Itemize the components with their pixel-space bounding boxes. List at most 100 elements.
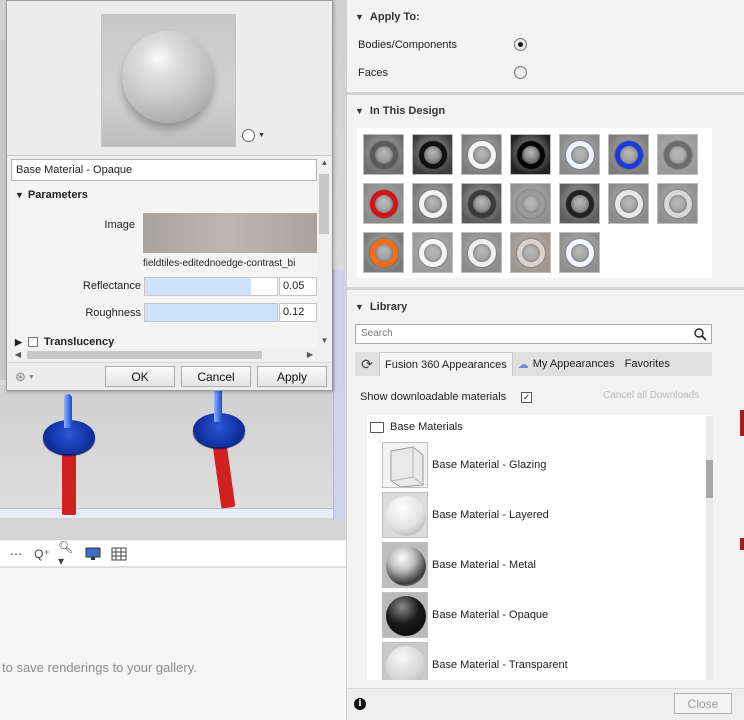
scroll-left-icon[interactable]: ◀: [11, 348, 25, 362]
dialog-button-bar: ⊛ ▼ OK Cancel Apply: [7, 362, 332, 390]
design-appearance-swatch[interactable]: [510, 232, 551, 273]
library-item-metal[interactable]: Base Material - Metal: [382, 540, 702, 590]
appearance-panel: ▼ Apply To: Bodies/Components Faces ▼ In…: [346, 0, 744, 720]
design-appearance-swatch[interactable]: [657, 134, 698, 175]
library-item-label: Base Material - Transparent: [432, 659, 568, 671]
tab-my-appearances[interactable]: ☁ My Appearances: [513, 352, 620, 376]
design-appearance-swatch[interactable]: [412, 232, 453, 273]
design-appearance-swatch[interactable]: [412, 134, 453, 175]
appearance-ring-icon: [467, 140, 496, 169]
apply-faces-radio[interactable]: [514, 66, 527, 79]
tab-fusion-360-appearances[interactable]: Fusion 360 Appearances: [379, 352, 513, 376]
search-icon[interactable]: [693, 327, 707, 341]
zoom-icon[interactable]: 🔍︎▾: [58, 540, 78, 568]
design-appearance-swatch[interactable]: [510, 134, 551, 175]
design-appearance-swatch[interactable]: [559, 232, 600, 273]
translucency-checkbox[interactable]: [27, 337, 38, 347]
collapse-caret-icon: ▼: [355, 106, 364, 116]
base-materials-folder[interactable]: Base Materials: [367, 415, 707, 439]
apply-faces-label: Faces: [358, 67, 388, 79]
image-texture-swatch[interactable]: [143, 213, 317, 253]
apply-bodies-radio[interactable]: [514, 38, 527, 51]
display-icon[interactable]: [84, 545, 104, 563]
layered-thumbnail: [382, 492, 428, 538]
design-appearance-swatch[interactable]: [412, 183, 453, 224]
section-divider: [347, 92, 744, 95]
show-downloadable-checkbox[interactable]: ✓: [521, 391, 533, 403]
design-appearance-swatch[interactable]: [608, 134, 649, 175]
in-this-design-header[interactable]: ▼ In This Design: [347, 100, 729, 122]
glazing-thumbnail: [382, 442, 428, 488]
design-appearance-swatch[interactable]: [559, 134, 600, 175]
vertical-scroll-thumb[interactable]: [319, 174, 329, 234]
cancel-all-downloads-link[interactable]: Cancel all Downloads: [603, 390, 699, 401]
material-editor-dialog: ▼ Base Material - Opaque ▼ Parameters Im…: [6, 0, 333, 391]
refresh-icon[interactable]: ⟳: [355, 352, 379, 376]
design-appearance-swatch[interactable]: [363, 183, 404, 224]
parameters-horizontal-scrollbar[interactable]: ◀ ▶: [11, 348, 317, 362]
appearance-ring-icon: [467, 189, 496, 218]
info-icon[interactable]: i: [354, 698, 366, 710]
design-appearance-swatch[interactable]: [559, 183, 600, 224]
appearance-ring-icon: [614, 189, 643, 218]
library-search-input[interactable]: Search: [355, 324, 712, 344]
close-button[interactable]: Close: [674, 693, 732, 714]
apply-faces-option[interactable]: Faces: [358, 64, 528, 82]
library-scroll-thumb[interactable]: [706, 460, 713, 498]
design-appearance-swatch[interactable]: [461, 183, 502, 224]
roughness-value[interactable]: 0.12: [279, 303, 317, 322]
parameters-vertical-scrollbar[interactable]: ▲ ▼: [317, 156, 332, 348]
scroll-down-icon[interactable]: ▼: [317, 334, 332, 348]
collapse-caret-icon: ▼: [355, 12, 364, 22]
library-item-layered[interactable]: Base Material - Layered: [382, 490, 702, 540]
design-appearance-swatch[interactable]: [510, 183, 551, 224]
apply-bodies-option[interactable]: Bodies/Components: [358, 36, 528, 54]
material-preview: [101, 14, 236, 147]
apply-to-header[interactable]: ▼ Apply To:: [347, 6, 729, 28]
expand-caret-icon: ▶: [15, 336, 22, 347]
cancel-button[interactable]: Cancel: [181, 366, 251, 387]
gallery-strip: to save renderings to your gallery.: [0, 567, 346, 720]
design-appearance-swatch[interactable]: [363, 134, 404, 175]
folder-icon: [370, 421, 384, 433]
collapse-caret-icon: ▼: [355, 302, 364, 312]
design-appearances-grid: [357, 128, 712, 278]
roughness-slider[interactable]: [144, 303, 278, 322]
ok-button[interactable]: OK: [105, 366, 175, 387]
preview-shape-dropdown[interactable]: ▼: [242, 127, 272, 143]
library-item-transparent[interactable]: Base Material - Transparent: [382, 640, 702, 680]
library-item-label: Base Material - Layered: [432, 509, 549, 521]
tab-favorites[interactable]: Favorites: [620, 352, 675, 376]
image-filename: fieldtiles-editednoedge-contrast_bi: [143, 258, 296, 269]
orbit-icon[interactable]: Q⁺: [32, 545, 52, 563]
apply-button[interactable]: Apply: [257, 366, 327, 387]
scroll-right-icon[interactable]: ▶: [303, 348, 317, 362]
preview-sphere: [122, 31, 214, 123]
reflectance-slider[interactable]: [144, 277, 278, 296]
scroll-up-icon[interactable]: ▲: [317, 156, 332, 170]
translucency-header[interactable]: ▶ Translucency: [15, 336, 114, 348]
library-header[interactable]: ▼ Library: [347, 296, 729, 318]
library-item-opaque[interactable]: Base Material - Opaque: [382, 590, 702, 640]
apply-bodies-label: Bodies/Components: [358, 39, 458, 51]
model-blue-pin: [64, 394, 72, 428]
design-appearance-swatch[interactable]: [461, 232, 502, 273]
library-scrollbar[interactable]: [706, 416, 713, 680]
design-appearance-swatch[interactable]: [657, 183, 698, 224]
horizontal-scroll-thumb[interactable]: [27, 351, 262, 359]
design-appearance-swatch[interactable]: [461, 134, 502, 175]
parameters-header[interactable]: ▼ Parameters: [15, 189, 88, 201]
material-name-field[interactable]: Base Material - Opaque: [11, 159, 317, 181]
grid-icon[interactable]: [110, 545, 130, 563]
library-item-glazing[interactable]: Base Material - Glazing: [382, 440, 702, 490]
opaque-thumbnail: [382, 592, 428, 638]
design-appearance-swatch[interactable]: [363, 232, 404, 273]
material-tools-dropdown[interactable]: ⊛ ▼: [15, 369, 43, 384]
library-item-label: Base Material - Metal: [432, 559, 536, 571]
design-appearance-swatch[interactable]: [608, 183, 649, 224]
reflectance-value[interactable]: 0.05: [279, 277, 317, 296]
appearance-ring-icon: [516, 238, 545, 267]
section-divider: [347, 287, 744, 290]
roughness-label: Roughness: [85, 307, 141, 319]
fit-icon[interactable]: ⋯: [6, 545, 26, 563]
